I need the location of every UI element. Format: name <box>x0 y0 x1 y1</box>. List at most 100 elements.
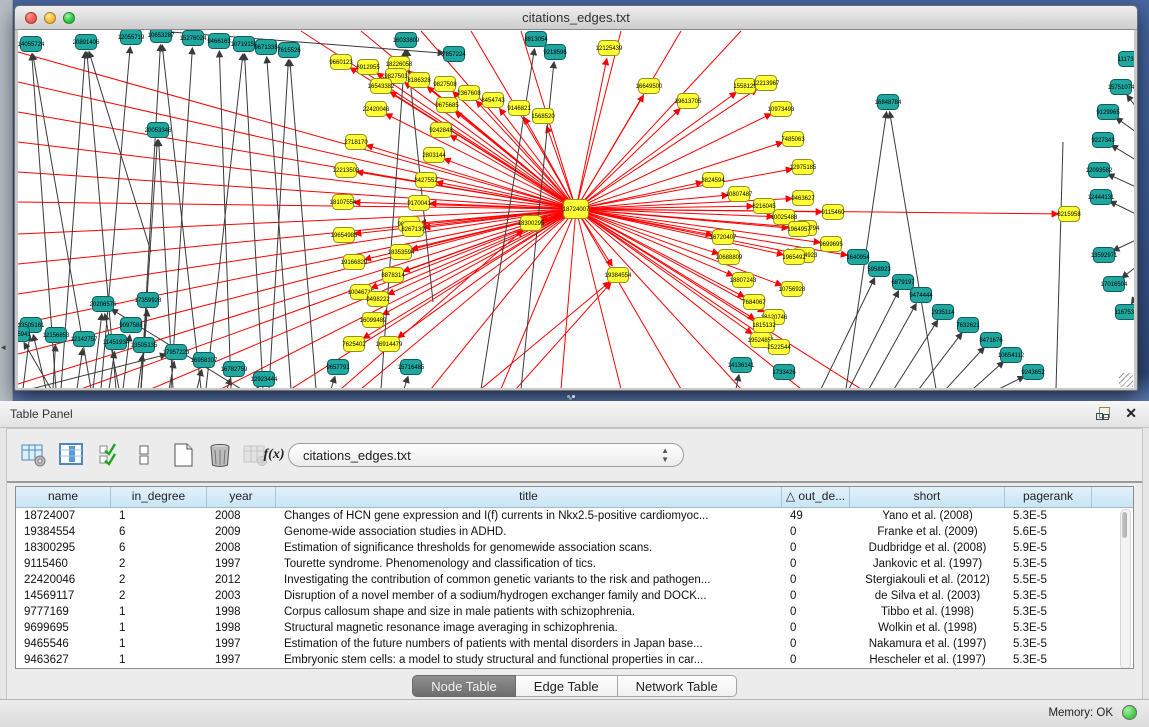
table-row[interactable]: 1830029562008Estimation of significance … <box>16 540 1133 556</box>
graph-node[interactable]: 12125439 <box>596 41 623 56</box>
table-scrollbar-thumb[interactable] <box>1122 512 1127 538</box>
graph-node[interactable]: 19613705 <box>675 94 702 109</box>
graph-node[interactable]: 2367608 <box>457 86 481 101</box>
graph-node[interactable]: 12444131 <box>1088 190 1115 205</box>
table-row[interactable]: 2242004622012Investigating the contribut… <box>16 572 1133 588</box>
graph-node[interactable]: 13505135 <box>131 338 158 353</box>
graph-node[interactable]: 9827508 <box>433 77 457 92</box>
graph-node[interactable]: 8454743 <box>481 93 505 108</box>
float-panel-icon[interactable] <box>1096 407 1109 420</box>
graph-node[interactable]: 10654112 <box>998 348 1025 363</box>
network-table-select[interactable]: citations_edges.txt ▲▼ <box>288 443 684 467</box>
graph-node[interactable]: 8813054 <box>524 32 548 47</box>
graph-node[interactable]: 1733426 <box>772 365 796 380</box>
graph-node[interactable]: 9218596 <box>543 45 567 60</box>
graph-node[interactable]: 7684067 <box>742 295 766 310</box>
graph-node[interactable]: 12142757 <box>71 332 98 347</box>
graph-node[interactable]: 15751074 <box>1108 80 1134 95</box>
graph-node[interactable]: 9671338 <box>254 40 278 55</box>
graph-node[interactable]: 18353594 <box>388 245 415 260</box>
graph-node[interactable]: 16782759 <box>221 362 248 377</box>
graph-node[interactable]: 22420046 <box>363 102 390 117</box>
graph-node[interactable]: 10688809 <box>716 250 743 265</box>
graph-node[interactable]: 9146821 <box>507 101 531 116</box>
graph-node[interactable]: 9675685 <box>435 98 459 113</box>
left-panel-splitter[interactable]: ◂ <box>0 0 13 401</box>
graph-node[interactable]: 7625402 <box>342 337 366 352</box>
graph-node[interactable]: 16543382 <box>368 79 395 94</box>
graph-node[interactable]: 7485063 <box>781 132 805 147</box>
graph-node[interactable]: 10756928 <box>779 282 806 297</box>
graph-node[interactable]: 18724007 <box>563 200 590 219</box>
graph-node[interactable]: 8427552 <box>414 173 438 188</box>
table-scrollbar[interactable] <box>1120 509 1131 669</box>
panel-splitter-handle[interactable] <box>567 395 579 400</box>
graph-node[interactable]: 18107554 <box>330 195 357 210</box>
table-row[interactable]: 946554611997Estimation of the future num… <box>16 636 1133 652</box>
graph-node[interactable]: 16033809 <box>393 33 420 48</box>
graph-node[interactable]: 19166829 <box>341 255 368 270</box>
graph-node[interactable]: 9463627 <box>791 191 815 206</box>
network-canvas[interactable]: 1405572420891406120557191065328715276024… <box>18 29 1134 388</box>
graph-node[interactable]: 8267130 <box>401 222 425 237</box>
column-header-pagerank[interactable]: pagerank <box>1005 487 1092 507</box>
graph-node[interactable]: 10807487 <box>726 187 753 202</box>
graph-node[interactable]: 9657791 <box>326 360 350 375</box>
graph-node[interactable]: 9660123 <box>329 55 353 70</box>
graph-node[interactable]: 1965492 <box>782 250 806 265</box>
select-all-rows-icon[interactable] <box>95 440 125 470</box>
graph-node[interactable]: 16958107 <box>191 353 218 368</box>
graph-node[interactable]: 6879197 <box>891 275 915 290</box>
graph-node[interactable]: 19654985 <box>331 228 358 243</box>
table-row[interactable]: 911546021997Tourette syndrome. Phenomeno… <box>16 556 1133 572</box>
graph-node[interactable]: 1640954 <box>846 250 870 265</box>
graph-node[interactable]: 1568520 <box>531 109 555 124</box>
graph-node[interactable]: 9243652 <box>1021 365 1045 380</box>
graph-node[interactable]: 12093582 <box>1086 163 1113 178</box>
graph-node[interactable]: 16914479 <box>376 337 403 352</box>
graph-node[interactable]: 8216045 <box>752 199 776 214</box>
graph-node[interactable]: 1815132 <box>752 318 776 333</box>
network-window[interactable]: citations_edges.txt 14055724208914061205… <box>14 5 1138 391</box>
graph-node[interactable]: 12156853 <box>43 328 70 343</box>
graph-node[interactable]: 2522544 <box>767 340 791 355</box>
graph-node[interactable]: 17957223 <box>163 345 190 360</box>
graph-node[interactable]: 15716485 <box>398 360 425 375</box>
graph-node[interactable]: 20891406 <box>73 35 100 50</box>
column-header-title[interactable]: title <box>276 487 782 507</box>
column-header-name[interactable]: name <box>16 487 111 507</box>
table-row[interactable]: 1872400712008Changes of HCN gene express… <box>16 508 1133 524</box>
graph-node[interactable]: 9466163 <box>207 34 231 49</box>
memory-status-indicator[interactable] <box>1122 705 1137 720</box>
window-titlebar[interactable]: citations_edges.txt <box>15 6 1137 30</box>
tab-network-table[interactable]: Network Table <box>618 675 737 697</box>
select-column-icon[interactable] <box>57 440 87 470</box>
splitter-collapse-icon[interactable]: ◂ <box>1 342 6 353</box>
graph-node[interactable]: 9242848 <box>429 123 453 138</box>
column-header-in_degree[interactable]: in_degree <box>111 487 207 507</box>
table-row[interactable]: 969969511998Structural magnetic resonanc… <box>16 620 1133 636</box>
graph-node[interactable]: 2935114 <box>932 305 956 320</box>
graph-node[interactable]: 2718170 <box>344 135 368 150</box>
graph-node[interactable]: 11451934 <box>103 335 130 350</box>
delete-table-icon[interactable] <box>205 440 235 470</box>
graph-node[interactable]: 17016504 <box>1101 277 1128 292</box>
graph-node[interactable]: 2803144 <box>422 148 446 163</box>
table-row[interactable]: 1456911722003Disruption of a novel membe… <box>16 588 1133 604</box>
graph-node[interactable]: 20206576 <box>90 297 117 312</box>
column-header-out_de[interactable]: △ out_de... <box>782 487 850 507</box>
graph-node[interactable]: 10653287 <box>148 30 175 43</box>
graph-node[interactable]: 7615526 <box>277 43 301 58</box>
table-row[interactable]: 946362711997Embryonic stem cells: a mode… <box>16 652 1133 668</box>
new-table-icon[interactable] <box>169 440 199 470</box>
graph-node[interactable]: 18300295 <box>518 216 545 231</box>
graph-node[interactable]: 15276024 <box>180 31 207 46</box>
graph-node[interactable]: 17359928 <box>135 293 162 308</box>
graph-node[interactable]: 8215958 <box>1057 207 1081 222</box>
tab-node-table[interactable]: Node Table <box>412 675 516 697</box>
graph-node[interactable]: 8878314 <box>381 268 405 283</box>
graph-node[interactable]: 12213967 <box>753 76 780 91</box>
graph-node[interactable]: 16720407 <box>710 230 737 245</box>
graph-node[interactable]: 9129965 <box>1096 105 1120 120</box>
graph-node[interactable]: 8186328 <box>407 73 431 88</box>
